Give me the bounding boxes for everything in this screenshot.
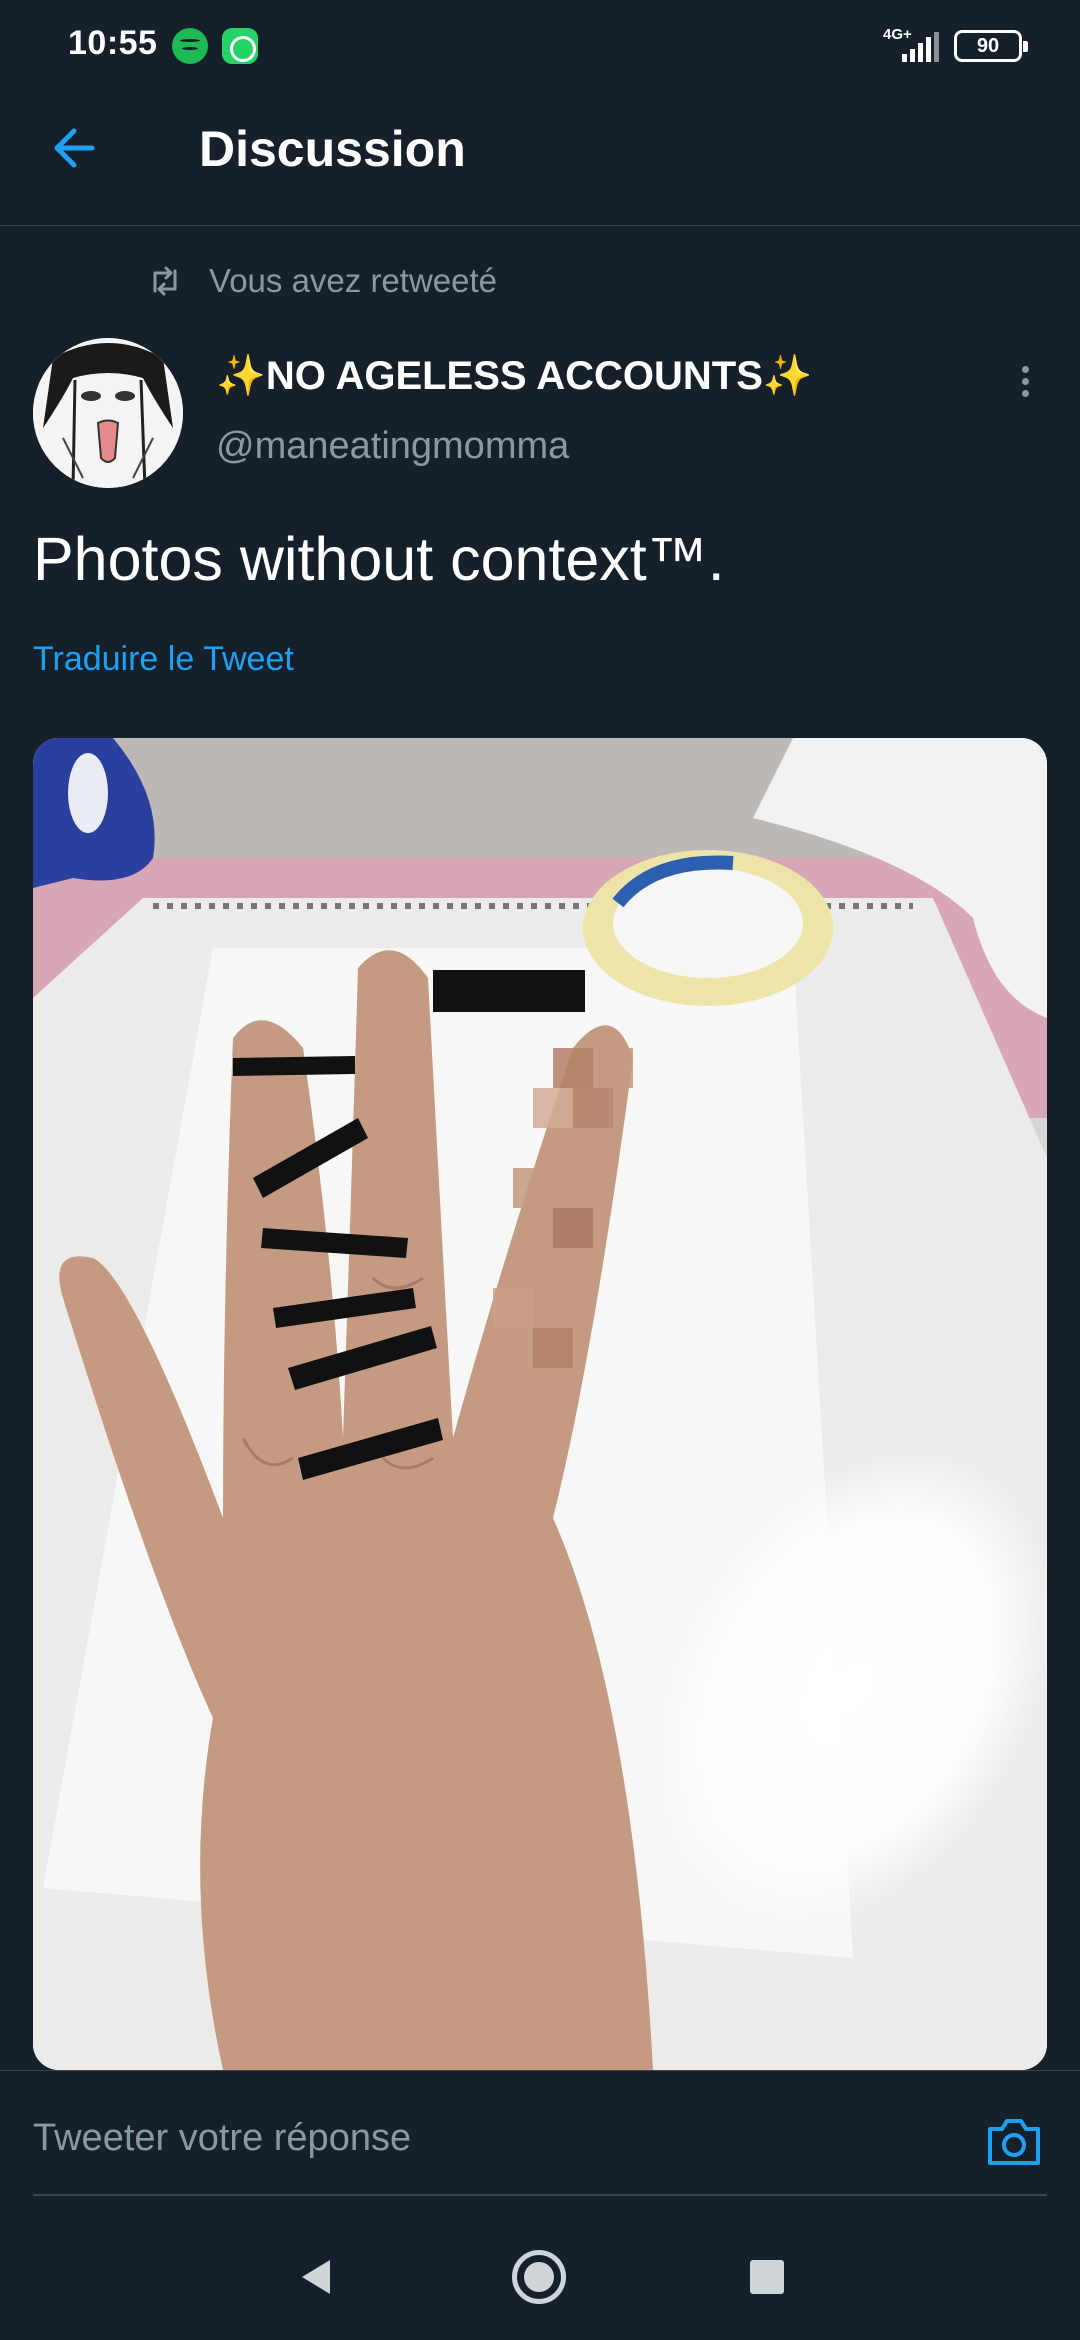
status-bar: 10:55 4G+ 90: [0, 0, 1080, 96]
avatar[interactable]: [33, 338, 183, 488]
camera-button[interactable]: [984, 2111, 1044, 2171]
sparkle-icon: ✨: [762, 354, 813, 398]
nav-home-icon[interactable]: [512, 2250, 566, 2304]
status-time: 10:55: [68, 24, 158, 62]
avatar-illustration: [33, 338, 183, 488]
tweet-text: Photos without context™.: [33, 525, 725, 593]
retweet-icon: [153, 266, 177, 296]
sparkle-icon: ✨: [216, 354, 266, 398]
nav-back-icon[interactable]: [292, 2252, 342, 2302]
signal-icon: [902, 32, 939, 62]
translate-link[interactable]: Traduire le Tweet: [33, 640, 294, 679]
display-name-text: NO AGELESS ACCOUNTS: [265, 354, 763, 398]
user-handle[interactable]: @maneatingmomma: [216, 425, 569, 468]
header: Discussion: [0, 96, 1080, 226]
arrow-left-icon: [54, 128, 95, 168]
reply-bar: Tweeter votre réponse: [0, 2070, 1080, 2220]
screen: 10:55 4G+ 90 Discussion Vous avez retwee: [0, 0, 1080, 2340]
reply-input[interactable]: Tweeter votre réponse: [33, 2117, 411, 2160]
tweet-media[interactable]: [33, 738, 1047, 2070]
more-options-button[interactable]: [1005, 358, 1045, 404]
back-button[interactable]: [44, 116, 108, 180]
nav-recents-icon[interactable]: [750, 2260, 784, 2294]
reply-underline: [33, 2194, 1047, 2196]
retweet-label: Vous avez retweeté: [209, 262, 498, 299]
retweet-indicator: Vous avez retweeté: [147, 258, 497, 304]
battery-icon: 90: [954, 30, 1028, 62]
system-nav-bar: [0, 2220, 1080, 2340]
battery-level: 90: [976, 35, 1000, 57]
spotify-icon: [172, 28, 208, 64]
whatsapp-icon: [222, 28, 258, 64]
page-title: Discussion: [199, 121, 466, 177]
display-name[interactable]: ✨NO AGELESS ACCOUNTS✨: [216, 352, 813, 399]
camera-icon: [988, 2119, 1040, 2165]
photo-hand-icon: [33, 738, 1047, 2070]
